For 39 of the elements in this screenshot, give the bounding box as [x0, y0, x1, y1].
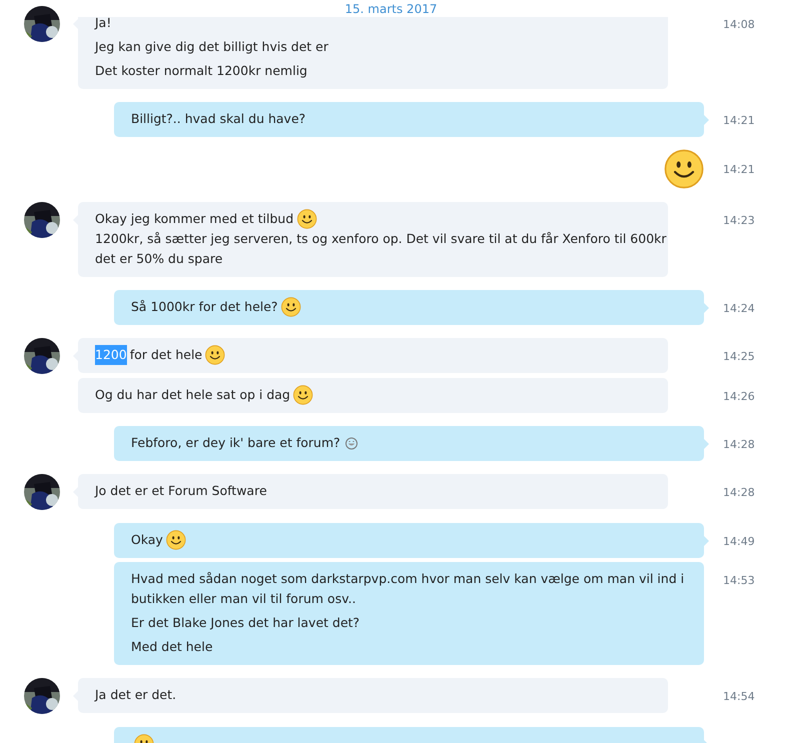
message-text: Billigt?.. hvad skal du have? — [131, 110, 306, 128]
message-text: Med det hele — [131, 638, 213, 656]
message-time: 14:24 — [723, 302, 755, 316]
message-text: 1200kr, så sætter jeg serveren, ts og xenforo op. Det vil svare til at du får Xenforo til 600kr — [95, 230, 666, 248]
date-label: 15. marts 2017 — [344, 2, 438, 16]
selected-text: 1200 — [95, 345, 127, 365]
message-text: Ja det er det. — [95, 686, 176, 704]
message-text: Så 1000kr for det hele? — [131, 298, 278, 316]
message-time: 14:28 — [723, 486, 755, 500]
smiley-icon — [280, 297, 301, 317]
message-time: 14:28 — [723, 438, 755, 452]
message-text: Og du har det hele sat op i dag — [95, 386, 290, 404]
message-time: 14:21 — [723, 163, 755, 177]
message-time: 14:23 — [723, 214, 755, 228]
smiley-icon — [293, 385, 314, 405]
smiley-icon — [296, 209, 317, 229]
message-text: Er det Blake Jones det har lavet det? — [131, 614, 360, 632]
message-text: Okay — [131, 531, 163, 549]
smiley-icon — [166, 530, 186, 550]
message-text: Okay jeg kommer med et tilbud — [95, 210, 294, 228]
message-text: Jo det er et Forum Software — [95, 482, 267, 500]
message-time: 14:08 — [723, 18, 755, 32]
message-text: det er 50% du spare — [95, 250, 223, 268]
message-text: Ja! — [95, 14, 112, 32]
message-text: Det koster normalt 1200kr nemlig — [95, 62, 308, 80]
message-time: 14:21 — [723, 114, 755, 128]
message-text: butikken eller man vil til forum osv.. — [131, 590, 356, 608]
message-time: 14:54 — [723, 690, 755, 704]
smiley-icon — [664, 149, 704, 189]
message-time: 14:49 — [723, 535, 755, 549]
grin-icon — [345, 436, 358, 450]
message-time: 14:26 — [723, 390, 755, 404]
message-text: Jeg kan give dig det billigt hvis det er — [95, 38, 328, 56]
message-text: for det hele — [130, 346, 202, 364]
message-text: Febforo, er dey ik' bare et forum? — [131, 434, 340, 452]
smiley-icon — [205, 345, 226, 365]
message-time: 14:25 — [723, 350, 755, 364]
message-time: 14:53 — [723, 574, 755, 588]
message-text: Hvad med sådan noget som darkstarpvp.com hvor man selv kan vælge om man vil ind i — [131, 570, 684, 588]
